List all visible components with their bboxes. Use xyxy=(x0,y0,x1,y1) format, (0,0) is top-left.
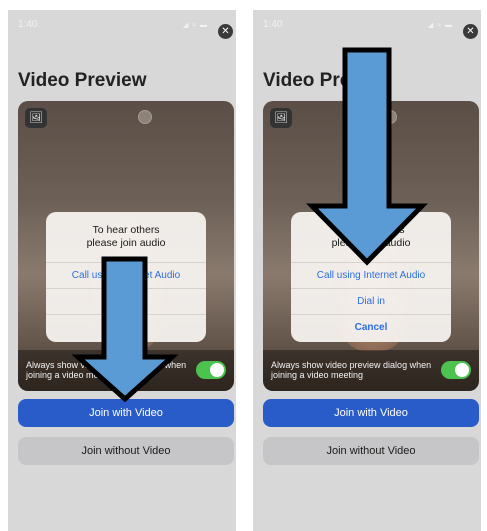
preview-toggle-row: Always show video preview dialog when jo… xyxy=(263,350,479,391)
photo-icon[interactable]: 🖼 xyxy=(270,108,292,128)
cancel-option[interactable] xyxy=(46,314,206,340)
status-icons: ◢ ≈ ▬ xyxy=(427,22,453,29)
dialog-title-line1: To hear others xyxy=(92,224,160,236)
call-internet-audio-option[interactable]: Call using Internet Audio xyxy=(291,262,451,288)
page-title: Video Preview xyxy=(263,70,392,91)
cancel-option[interactable]: Cancel xyxy=(291,314,451,340)
toggle-label: Always show video preview dialog when jo… xyxy=(26,360,187,380)
ceiling-light xyxy=(383,110,397,124)
status-time: 1:40 xyxy=(18,19,38,30)
join-audio-dialog-left: To hear others please join audio Call us… xyxy=(46,212,206,342)
dialog-title-line2: please join audio xyxy=(331,237,411,249)
call-internet-audio-option[interactable]: Call using Internet Audio xyxy=(46,262,206,288)
status-time: 1:40 xyxy=(263,19,283,30)
toggle-knob xyxy=(210,363,224,377)
close-icon[interactable]: ✕ xyxy=(218,24,233,39)
toggle-knob xyxy=(455,363,469,377)
preview-toggle[interactable] xyxy=(196,361,226,379)
dial-in-option[interactable]: Dial in xyxy=(291,288,451,314)
close-icon[interactable]: ✕ xyxy=(463,24,478,39)
dialog-title-line1: To hear others xyxy=(337,224,405,236)
photo-icon[interactable]: 🖼 xyxy=(25,108,47,128)
join-without-video-button[interactable]: Join without Video xyxy=(18,437,234,465)
join-with-video-button[interactable]: Join with Video xyxy=(18,399,234,427)
status-icons: ◢ ≈ ▬ xyxy=(182,22,208,29)
preview-toggle[interactable] xyxy=(441,361,471,379)
toggle-label: Always show video preview dialog when jo… xyxy=(271,360,432,380)
ceiling-light xyxy=(138,110,152,124)
page-title: Video Preview xyxy=(18,70,147,91)
join-with-video-button[interactable]: Join with Video xyxy=(263,399,479,427)
dialog-title: To hear others please join audio xyxy=(46,224,206,250)
join-without-video-button[interactable]: Join without Video xyxy=(263,437,479,465)
dial-in-option[interactable] xyxy=(46,288,206,314)
preview-toggle-row: Always show video preview dialog when jo… xyxy=(18,350,234,391)
dialog-title-line2: please join audio xyxy=(86,237,166,249)
join-audio-dialog-right: To hear others please join audio Call us… xyxy=(291,212,451,342)
dialog-title: To hear others please join audio xyxy=(291,224,451,250)
